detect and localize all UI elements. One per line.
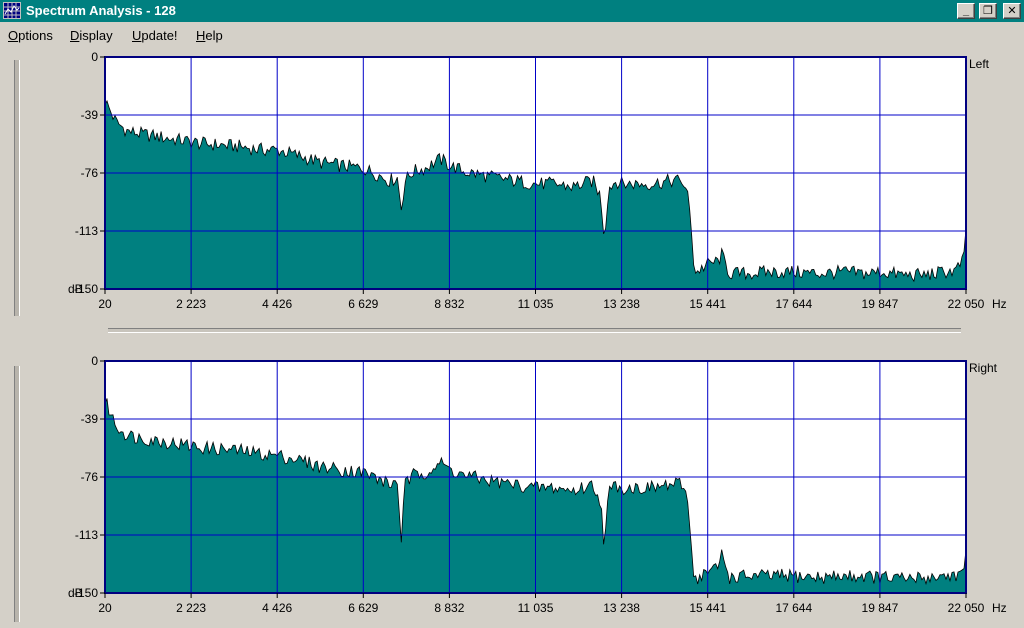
y-tick-label: -39 (81, 412, 99, 426)
menu-update[interactable]: Update! (132, 28, 178, 43)
x-tick-label: 11 035 (518, 601, 554, 615)
panel-splitter[interactable] (108, 328, 961, 333)
x-tick-label: 11 035 (518, 297, 554, 311)
window-title: Spectrum Analysis - 128 (26, 3, 176, 18)
y-tick-label: -113 (75, 224, 98, 238)
y-tick-label: -113 (75, 528, 98, 542)
y-tick-label: -76 (81, 166, 99, 180)
restore-button[interactable]: ❐ (979, 3, 997, 19)
y-unit-label: dB (68, 282, 83, 296)
x-tick-label: 22 050 (948, 297, 985, 311)
menu-bar: Options Display Update! Help (0, 24, 1024, 46)
x-tick-label: 6 629 (348, 601, 378, 615)
x-tick-label: 2 223 (176, 297, 206, 311)
x-tick-label: 8 832 (434, 297, 464, 311)
x-tick-label: 17 644 (775, 297, 812, 311)
x-tick-label: 20 (98, 601, 112, 615)
y-tick-label: -76 (81, 470, 99, 484)
x-tick-label: 6 629 (348, 297, 378, 311)
left-spectrum-plot: 0-39-76-113-150dB20 2 223 4 426 6 629 8 832 1… (68, 50, 1007, 311)
x-tick-label: 20 (98, 297, 112, 311)
minimize-button[interactable]: _ (957, 3, 975, 19)
app-icon (3, 2, 21, 19)
y-tick-label: 0 (91, 50, 98, 64)
x-tick-label: 8 832 (434, 601, 464, 615)
close-button[interactable]: ✕ (1003, 3, 1021, 19)
right-spectrum-plot: 0-39-76-113-150dB20 2 223 4 426 6 629 8 832 1… (68, 354, 1007, 615)
menu-display[interactable]: Display (70, 28, 113, 43)
title-bar: Spectrum Analysis - 128 _ ❐ ✕ (0, 0, 1024, 22)
x-tick-label: 4 426 (262, 297, 292, 311)
x-tick-label: 2 223 (176, 601, 206, 615)
x-unit-label: Hz (992, 601, 1007, 615)
channel-label: Left (969, 57, 990, 71)
y-tick-label: -39 (81, 108, 99, 122)
x-tick-label: 19 847 (862, 297, 899, 311)
x-tick-label: 22 050 (948, 601, 985, 615)
x-tick-label: 13 238 (603, 601, 640, 615)
y-tick-label: 0 (91, 354, 98, 368)
x-tick-label: 15 441 (689, 297, 726, 311)
channel-label: Right (969, 361, 998, 375)
x-tick-label: 17 644 (775, 601, 812, 615)
x-tick-label: 19 847 (862, 601, 899, 615)
menu-help[interactable]: Help (196, 28, 223, 43)
x-tick-label: 13 238 (603, 297, 640, 311)
x-unit-label: Hz (992, 297, 1007, 311)
x-tick-label: 4 426 (262, 601, 292, 615)
y-unit-label: dB (68, 586, 83, 600)
x-tick-label: 15 441 (689, 601, 726, 615)
menu-options[interactable]: Options (8, 28, 53, 43)
